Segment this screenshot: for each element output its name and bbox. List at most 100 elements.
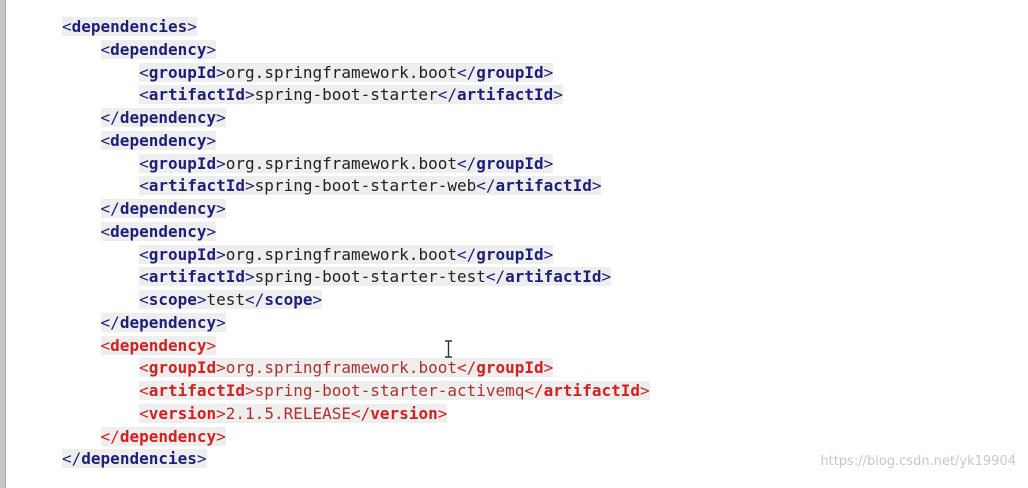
tag-name: groupId <box>148 62 217 82</box>
code-line[interactable]: <artifactId>spring-boot-starter-web</art… <box>62 175 650 198</box>
close-bracket: > <box>591 176 602 196</box>
line-content: </dependency> <box>100 108 226 127</box>
line-content: </dependency> <box>100 312 226 332</box>
open-bracket: < <box>62 449 72 469</box>
element-text: spring-boot-starter-test <box>254 267 486 287</box>
line-content: <artifactId>spring-boot-starter</artifac… <box>139 85 563 105</box>
slash: / <box>110 426 120 446</box>
close-bracket: > <box>312 290 323 309</box>
editor-gutter <box>0 0 6 488</box>
line-content: <artifactId>spring-boot-starter-activemq… <box>139 381 650 400</box>
code-line[interactable]: <artifactId>spring-boot-starter-activemq… <box>62 380 650 403</box>
line-content: </dependency> <box>100 199 226 218</box>
tag-name: dependency <box>110 335 207 355</box>
open-bracket: < <box>100 221 111 241</box>
code-line[interactable]: <groupId>org.springframework.boot</group… <box>62 153 650 176</box>
line-content: <scope>test</scope> <box>139 290 323 309</box>
code-line[interactable]: <scope>test</scope> <box>62 289 650 312</box>
code-line[interactable]: <dependency> <box>62 335 650 358</box>
element-text: spring-boot-starter <box>254 85 438 105</box>
code-line[interactable]: <groupId>org.springframework.boot</group… <box>62 244 650 267</box>
closing-tag-name: version <box>370 403 438 423</box>
tag-name: dependency <box>110 39 207 59</box>
code-editor[interactable]: <dependencies> <dependency> <groupId>org… <box>0 0 1028 488</box>
close-bracket: > <box>543 62 554 82</box>
line-content: <groupId>org.springframework.boot</group… <box>139 358 554 378</box>
slash: / <box>110 199 120 218</box>
code-line[interactable]: <artifactId>spring-boot-starter-test</ar… <box>62 266 650 289</box>
tag-name: version <box>148 403 217 423</box>
closing-tag-name: groupId <box>476 358 544 378</box>
tag-name: artifactId <box>148 85 246 105</box>
close-bracket: > <box>196 290 207 309</box>
code-line[interactable]: <groupId>org.springframework.boot</group… <box>62 62 650 85</box>
code-area[interactable]: <dependencies> <dependency> <groupId>org… <box>62 16 650 471</box>
slash: / <box>110 312 120 332</box>
code-line[interactable]: <groupId>org.springframework.boot</group… <box>62 357 650 380</box>
line-content: <version>2.1.5.RELEASE</version> <box>139 403 448 423</box>
tag-name: dependency <box>110 130 207 150</box>
close-bracket: > <box>216 358 226 378</box>
open-bracket: < <box>100 335 111 355</box>
close-bracket: > <box>543 358 554 378</box>
line-content: <groupId>org.springframework.boot</group… <box>139 153 554 173</box>
element-text: org.springframework.boot <box>225 358 457 378</box>
tag-name: dependency <box>110 221 207 241</box>
tag-name: scope <box>148 290 197 309</box>
open-bracket: < <box>62 17 72 36</box>
close-bracket: > <box>187 17 197 36</box>
close-bracket: > <box>216 244 226 264</box>
close-bracket: > <box>206 335 217 355</box>
open-bracket: < <box>100 199 111 218</box>
open-bracket: < <box>139 403 149 423</box>
code-line[interactable]: </dependency> <box>62 107 650 130</box>
line-content: <artifactId>spring-boot-starter-web</art… <box>139 176 602 196</box>
code-line[interactable]: <dependencies> <box>62 16 650 39</box>
code-line[interactable]: </dependency> <box>62 198 650 221</box>
open-bracket: < <box>139 62 149 82</box>
open-bracket: < <box>100 39 111 59</box>
element-text: spring-boot-starter-web <box>254 176 477 196</box>
open-bracket: < <box>139 176 149 196</box>
code-line[interactable]: <dependency> <box>62 39 650 62</box>
close-bracket: > <box>216 426 226 446</box>
code-line[interactable]: </dependencies> <box>62 448 650 471</box>
close-bracket: > <box>206 221 217 241</box>
close-bracket: > <box>245 381 255 400</box>
tag-name: dependency <box>119 108 217 127</box>
element-text: org.springframework.boot <box>225 62 457 82</box>
close-bracket: > <box>206 130 217 150</box>
closing-tag-name: groupId <box>476 244 544 264</box>
code-line[interactable]: <version>2.1.5.RELEASE</version> <box>62 403 650 426</box>
close-bracket: > <box>245 267 255 287</box>
code-line[interactable]: <dependency> <box>62 130 650 153</box>
line-content: <dependency> <box>100 130 217 150</box>
element-text: 2.1.5.RELEASE <box>225 403 352 423</box>
line-content: </dependency> <box>100 426 226 446</box>
close-bracket: > <box>216 199 226 218</box>
open-bracket: < <box>100 312 111 332</box>
close-bracket: > <box>216 153 226 173</box>
open-bracket: < <box>139 358 149 378</box>
code-line[interactable]: <artifactId>spring-boot-starter</artifac… <box>62 84 650 107</box>
code-line[interactable]: </dependency> <box>62 426 650 449</box>
code-line[interactable]: </dependency> <box>62 312 650 335</box>
close-bracket: > <box>245 176 255 196</box>
close-bracket: > <box>216 62 226 82</box>
open-bracket: < <box>100 108 111 127</box>
line-content: <dependency> <box>100 335 217 355</box>
element-text: org.springframework.boot <box>225 153 457 173</box>
close-bracket: > <box>206 39 217 59</box>
open-bracket: < <box>139 290 149 309</box>
code-line[interactable]: <dependency> <box>62 221 650 244</box>
